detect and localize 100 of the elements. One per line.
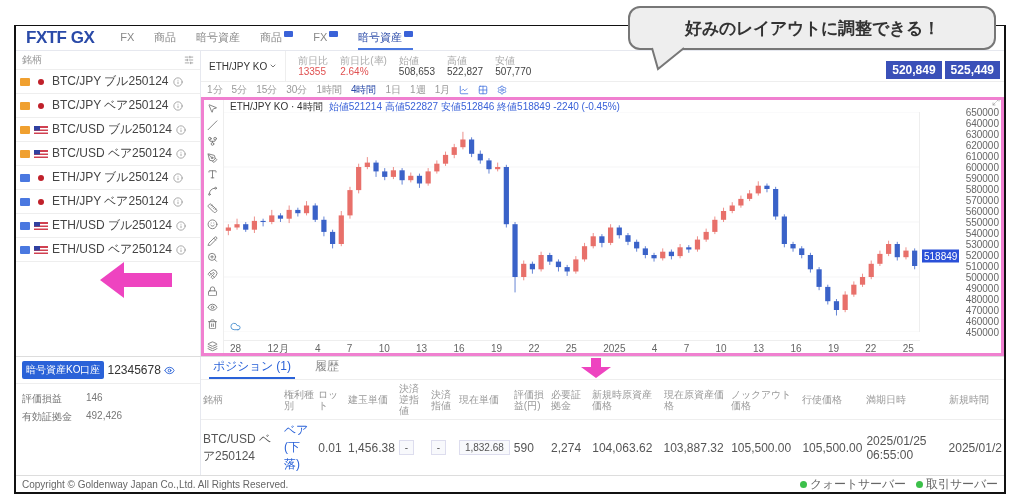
filter-icon[interactable] [184, 55, 194, 65]
line-chart-icon[interactable] [459, 84, 470, 95]
trash-icon[interactable] [206, 318, 218, 330]
nav-tab[interactable]: 暗号資産 [358, 26, 414, 50]
price-tag: 518849 [922, 249, 960, 263]
timeframe-tab[interactable]: 1日 [385, 82, 402, 97]
axis-label: 580000 [965, 183, 999, 195]
table-cell: 2025/01/25 06:55:00 [864, 419, 947, 475]
positions-tab[interactable]: ポジション (1) [209, 356, 295, 379]
text-icon[interactable] [206, 169, 218, 180]
axis-label: 7 [346, 343, 353, 354]
timeframe-tab[interactable]: 1月 [434, 82, 451, 97]
column-header: 権利種別 [281, 380, 317, 420]
zoom-icon[interactable] [206, 252, 218, 263]
axis-label: 600000 [965, 161, 999, 173]
pen-icon[interactable] [206, 152, 218, 164]
axis-label: 540000 [965, 227, 999, 239]
spline-icon[interactable] [206, 185, 218, 197]
logo: FXTF GX [26, 28, 95, 48]
symbol-item[interactable]: BTC/JPY ブル250124 [16, 70, 200, 94]
nav-tab[interactable]: 商品 [154, 26, 177, 50]
timeframe-tab[interactable]: 1時間 [316, 82, 342, 97]
stat-label: 高値 [447, 55, 468, 66]
fork-icon[interactable] [206, 136, 218, 147]
symbol-item[interactable]: ETH/JPY ブル250124 [16, 166, 200, 190]
info-icon[interactable] [172, 76, 183, 87]
cursor-icon[interactable] [206, 103, 218, 114]
grid-icon[interactable] [478, 84, 489, 95]
candlestick [521, 260, 527, 281]
symbol-item[interactable]: BTC/USD ベア250124 [16, 142, 200, 166]
candlestick [373, 160, 379, 178]
candlestick [329, 229, 336, 249]
account-label: 評価損益 [22, 392, 63, 406]
price-button[interactable]: 525,449 [944, 61, 1000, 79]
timeframe-tab[interactable]: 15分 [256, 82, 278, 97]
symbol-item[interactable]: BTC/USD ブル250124 [16, 118, 200, 142]
nav-tab[interactable]: 商品 [260, 26, 294, 50]
nav-tab[interactable]: FX [120, 26, 135, 50]
copyright-text: Copyright © Goldenway Japan Co.,Ltd. All Rights Reserved. [22, 478, 289, 490]
timeframe-tab[interactable]: 1分 [207, 82, 223, 97]
candlestick [790, 241, 796, 253]
type-link[interactable]: ベア(下落) [281, 419, 317, 475]
column-header: 現在単価 [456, 380, 512, 420]
axis-label: 570000 [965, 194, 999, 206]
info-icon[interactable] [172, 172, 183, 183]
symbol-item[interactable]: BTC/JPY ベア250124 [16, 94, 200, 118]
timeframe-tab[interactable]: 5分 [231, 82, 248, 97]
price-field[interactable]: - [430, 440, 446, 455]
axis-label: 480000 [965, 293, 999, 305]
info-icon[interactable] [172, 196, 183, 207]
info-icon[interactable] [176, 220, 187, 231]
expand-icon[interactable] [992, 98, 1000, 106]
price-field[interactable]: 1,832.68 [458, 440, 510, 455]
settings-icon[interactable] [497, 84, 508, 95]
symbol-item[interactable]: ETH/JPY ベア250124 [16, 190, 200, 214]
chart-title: ETH/JPY KO · 4時間 [230, 100, 323, 114]
server-status: クォートサーバー [800, 475, 906, 492]
positions-tab[interactable]: 履歴 [311, 356, 343, 379]
axis-label: 10 [715, 343, 727, 354]
nav-tab[interactable]: FX [313, 26, 339, 50]
account-value: 146 [86, 392, 104, 405]
candlestick [581, 242, 588, 262]
symbol-selector[interactable]: ETH/JPY KO [201, 51, 287, 81]
nav-tab[interactable]: 暗号資産 [196, 26, 241, 50]
column-header: ノックアウト価格 [729, 380, 801, 420]
axis-label: 13 [753, 343, 765, 354]
cloud-icon[interactable] [230, 321, 241, 332]
column-header: 建玉単価 [346, 380, 397, 420]
smiley-icon[interactable] [206, 219, 218, 230]
layers-icon[interactable] [206, 341, 218, 352]
price-button[interactable]: 520,849 [886, 61, 942, 79]
caret-icon [269, 62, 278, 70]
axis-label: 550000 [965, 216, 999, 228]
account-number: 12345678 [107, 363, 161, 377]
info-icon[interactable] [176, 124, 187, 135]
table-cell: 105,500.00 [800, 419, 865, 475]
axis-label: 470000 [965, 304, 999, 316]
info-icon[interactable] [172, 100, 183, 111]
price-field[interactable]: - [398, 440, 415, 455]
axis-label: 590000 [965, 172, 999, 184]
info-icon[interactable] [176, 148, 187, 159]
axis-label: 16 [453, 343, 465, 354]
account-button[interactable]: 暗号資産KO口座 [22, 361, 105, 379]
candlestick [912, 248, 918, 270]
timeframe-tab[interactable]: 4時間 [350, 82, 377, 97]
ruler-icon[interactable] [206, 202, 218, 214]
axis-label: 510000 [965, 260, 999, 272]
symbol-item[interactable]: ETH/USD ベア250124 [16, 238, 200, 262]
timeframe-tab[interactable]: 1週 [410, 82, 426, 97]
pencil-icon[interactable] [206, 235, 218, 247]
lock-icon[interactable] [206, 285, 218, 297]
line-icon[interactable] [206, 119, 218, 131]
eye-icon[interactable] [206, 302, 218, 313]
magnet-icon[interactable] [206, 268, 218, 280]
candlestick [607, 223, 614, 246]
symbol-item[interactable]: ETH/USD ブル250124 [16, 214, 200, 238]
info-icon[interactable] [176, 244, 187, 255]
timeframe-tab[interactable]: 30分 [286, 82, 308, 97]
eye-icon[interactable] [163, 364, 175, 376]
column-label: 銘柄 [22, 53, 42, 67]
